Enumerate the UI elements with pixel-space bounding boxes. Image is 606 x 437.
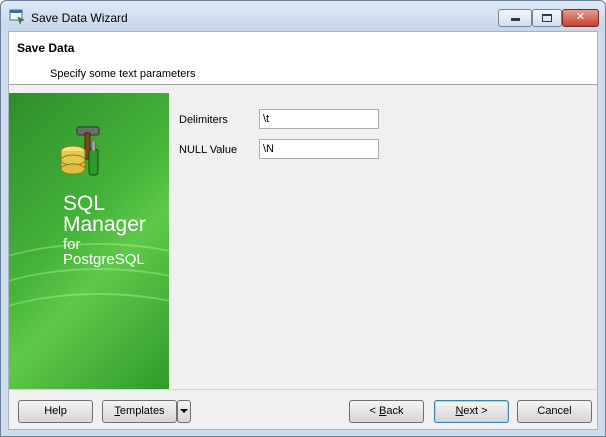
next-button-label: Next > [455, 405, 488, 417]
back-button[interactable]: < Back [349, 400, 424, 423]
page-title: Save Data [17, 41, 75, 55]
page-subtitle: Specify some text parameters [50, 68, 196, 80]
delimiters-label: Delimiters [179, 114, 228, 126]
maximize-button[interactable] [532, 9, 562, 27]
templates-button[interactable]: Templates [102, 400, 177, 423]
wizard-client-area: Save Data Specify some text parameters S… [8, 31, 598, 430]
close-icon: ✕ [575, 11, 586, 23]
brand-line-sql: SQL [63, 192, 106, 215]
cancel-button-label: Cancel [537, 405, 572, 417]
footer-divider [9, 389, 597, 390]
title-bar[interactable]: Save Data Wizard ✕ [1, 1, 605, 31]
wizard-app-icon [9, 9, 25, 24]
cancel-button[interactable]: Cancel [517, 400, 592, 423]
templates-button-label: Templates [114, 405, 165, 417]
wizard-header: Save Data Specify some text parameters [9, 32, 597, 85]
help-button[interactable]: Help [18, 400, 93, 423]
back-button-label: < Back [369, 405, 404, 417]
chevron-down-icon [180, 408, 188, 413]
null-value-label: NULL Value [179, 144, 238, 156]
null-value-input[interactable] [259, 139, 379, 159]
next-button[interactable]: Next > [434, 400, 509, 423]
brand-line-for: for [63, 236, 81, 253]
delimiters-input[interactable] [259, 109, 379, 129]
templates-dropdown-button[interactable] [177, 400, 191, 423]
database-tools-icon [60, 126, 100, 176]
window-title: Save Data Wizard [31, 11, 128, 25]
product-banner: SQL Manager for PostgreSQL [9, 93, 169, 389]
minimize-icon [510, 18, 520, 21]
banner-wave [9, 293, 169, 389]
minimize-button[interactable] [498, 9, 532, 27]
brand-line-postgresql: PostgreSQL [63, 251, 145, 268]
maximize-icon [542, 14, 552, 22]
wizard-window: Save Data Wizard ✕ Save Data Specify som… [0, 0, 606, 437]
help-button-label: Help [44, 405, 67, 417]
brand-line-manager: Manager [63, 213, 146, 236]
close-button[interactable]: ✕ [562, 9, 599, 27]
